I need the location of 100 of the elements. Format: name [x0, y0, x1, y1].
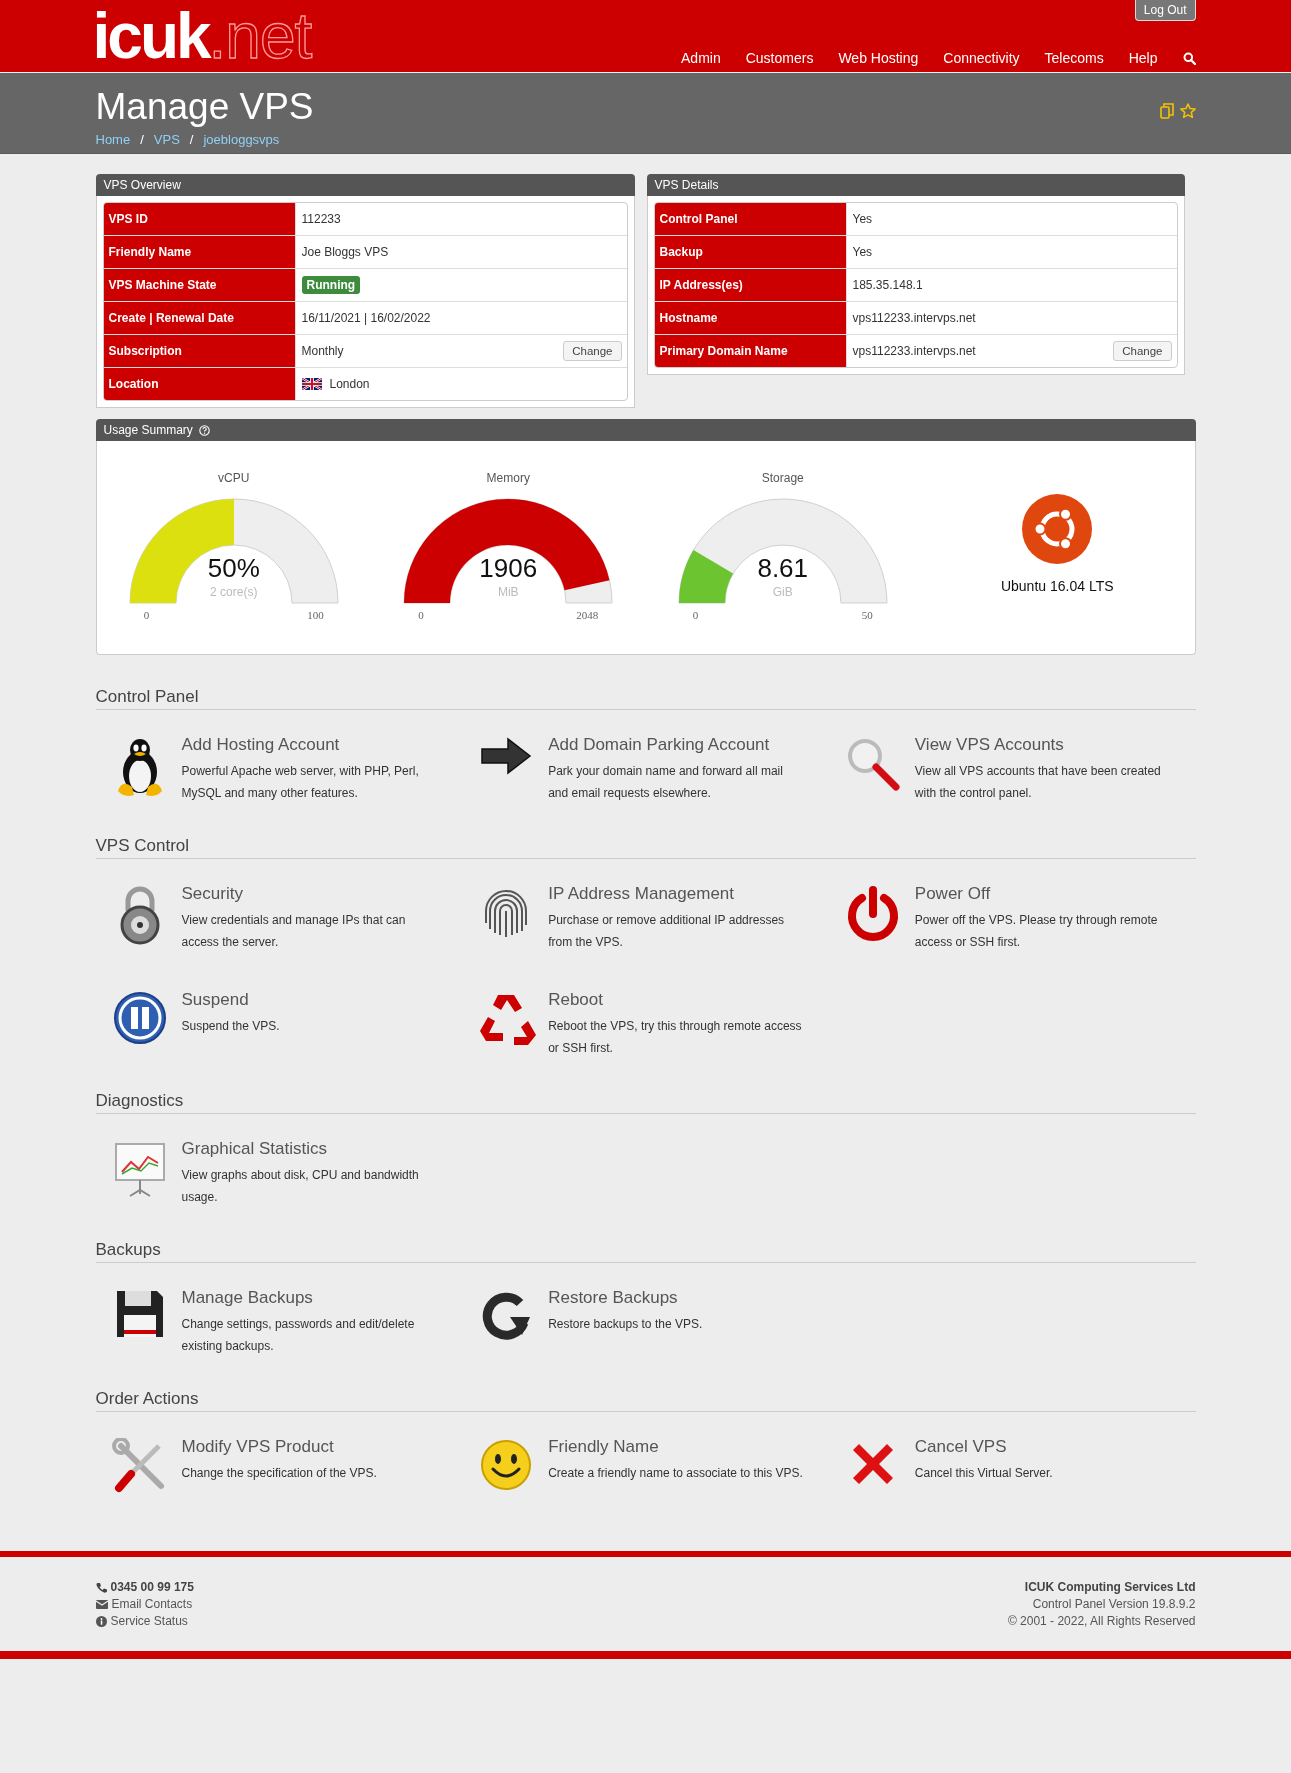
phone-icon: [95, 1581, 107, 1593]
row-label: Create | Renewal Date: [103, 302, 296, 334]
logout-button[interactable]: Log Out: [1134, 0, 1196, 21]
action-description: Power off the VPS. Please try through remote access or SSH first.: [914, 912, 1159, 951]
row-label: Control Panel: [654, 203, 847, 235]
flag-icon: [301, 378, 322, 390]
row-label: Backup: [654, 236, 847, 268]
action-link[interactable]: Reboot: [548, 989, 829, 1011]
action-link[interactable]: Cancel VPS: [914, 1436, 1196, 1458]
nav-link[interactable]: Admin: [681, 50, 721, 66]
action-link[interactable]: View VPS Accounts: [914, 734, 1196, 756]
power-icon[interactable]: [845, 885, 900, 941]
nav-link[interactable]: Connectivity: [943, 50, 1020, 66]
row-label: Hostname: [654, 302, 847, 334]
row-label: Primary Domain Name: [654, 335, 847, 367]
row-value: Joe Bloggs VPS: [301, 245, 389, 259]
gauge-label: vCPU: [218, 471, 250, 485]
nav-link[interactable]: Telecoms: [1044, 50, 1104, 66]
row-value: Yes: [852, 245, 873, 259]
panel-header: VPS Overview: [95, 174, 635, 196]
row-label: Friendly Name: [103, 236, 296, 268]
gauge-value: 8.61: [757, 553, 809, 583]
gauge-unit: 2 core(s): [210, 585, 258, 599]
action-description: View all VPS accounts that have been created with the control panel.: [914, 763, 1162, 802]
action-description: Park your domain name and forward all mail and email requests elsewhere.: [548, 763, 784, 802]
action-description: Change the specification of the VPS.: [181, 1465, 378, 1482]
page-title: Manage VPS: [95, 85, 314, 128]
row-value: London: [329, 377, 370, 391]
action-link[interactable]: Restore Backups: [548, 1287, 829, 1309]
row-value: 185.35.148.1: [852, 278, 923, 292]
pause-icon[interactable]: [112, 991, 167, 1045]
row-value: 112233: [301, 212, 341, 226]
status-badge: Running: [301, 276, 361, 294]
nav-link[interactable]: Web Hosting: [838, 50, 919, 66]
search-icon[interactable]: [1182, 51, 1196, 65]
breadcrumb-link[interactable]: VPS: [153, 131, 180, 147]
gauge-unit: GiB: [772, 585, 793, 599]
breadcrumb-link[interactable]: joebloggsvps: [203, 131, 280, 147]
action-link[interactable]: Manage Backups: [181, 1287, 463, 1309]
change-button[interactable]: Change: [563, 341, 622, 361]
row-label: VPS Machine State: [103, 269, 296, 301]
action-link[interactable]: Security: [181, 883, 463, 905]
os-name: Ubuntu 16.04 LTS: [1000, 578, 1114, 594]
row-value: Yes: [852, 212, 873, 226]
os-logo-icon: [1022, 494, 1093, 564]
panel-header: VPS Details: [646, 174, 1185, 196]
breadcrumb-separator: /: [189, 131, 194, 147]
site-logo[interactable]: icuk.net: [92, 6, 312, 66]
row-label: Location: [103, 368, 296, 400]
section-heading: Control Panel: [95, 687, 1196, 710]
section-heading: Diagnostics: [95, 1091, 1196, 1114]
action-description: Reboot the VPS, try this through remote access or SSH first.: [548, 1018, 803, 1057]
action-link[interactable]: Suspend: [181, 989, 463, 1011]
footer-link[interactable]: Service Status: [110, 1612, 188, 1630]
copyright-text: © 2001 - 2022, All Rights Reserved: [1007, 1612, 1196, 1630]
chart-board-icon[interactable]: [112, 1140, 167, 1198]
action-link[interactable]: Add Hosting Account: [181, 734, 463, 756]
envelope-icon: [95, 1599, 108, 1609]
breadcrumb-separator: /: [140, 131, 144, 147]
breadcrumb-link[interactable]: Home: [95, 131, 131, 147]
action-link[interactable]: Modify VPS Product: [181, 1436, 463, 1458]
change-button[interactable]: Change: [1113, 341, 1172, 361]
nav-link[interactable]: Customers: [745, 50, 814, 66]
footer-link[interactable]: Email Contacts: [111, 1595, 193, 1613]
row-label: Subscription: [103, 335, 296, 367]
action-link[interactable]: IP Address Management: [548, 883, 829, 905]
company-name: ICUK Computing Services Ltd: [1024, 1578, 1196, 1596]
action-description: Purchase or remove additional IP addresses from the VPS.: [548, 912, 786, 951]
nav-link[interactable]: Help: [1128, 50, 1158, 66]
gauge-max: 2048: [576, 609, 599, 621]
action-link[interactable]: Add Domain Parking Account: [548, 734, 829, 756]
row-label: VPS ID: [103, 203, 296, 235]
gauge-label: Memory: [486, 471, 530, 485]
section-heading: Backups: [95, 1240, 1196, 1263]
action-description: Cancel this Virtual Server.: [914, 1465, 1054, 1482]
action-description: Suspend the VPS.: [181, 1018, 281, 1035]
row-value: vps112233.intervps.net: [852, 344, 976, 358]
phone-number: 0345 00 99 175: [110, 1578, 194, 1596]
action-description: Create a friendly name to associate to this VPS.: [548, 1465, 804, 1482]
star-icon[interactable]: [1179, 103, 1196, 119]
smiley-icon[interactable]: [479, 1438, 534, 1492]
version-text: Control Panel Version 19.8.9.2: [1032, 1595, 1196, 1613]
help-icon[interactable]: [198, 424, 210, 436]
row-label: IP Address(es): [654, 269, 847, 301]
gauge-min: 0: [418, 609, 424, 621]
gauge-min: 0: [692, 609, 699, 621]
action-link[interactable]: Power Off: [914, 883, 1196, 905]
gauge-value: 50%: [207, 553, 260, 583]
info-icon: [95, 1615, 107, 1627]
action-link[interactable]: Friendly Name: [548, 1436, 829, 1458]
row-value: Monthly: [301, 344, 344, 358]
gauge-min: 0: [143, 609, 150, 621]
gauge-max: 50: [861, 609, 873, 621]
row-value: vps112233.intervps.net: [852, 311, 976, 325]
row-value: 16/11/2021 | 16/02/2022: [301, 311, 431, 325]
action-description: Change settings, passwords and edit/delete existing backups.: [181, 1316, 416, 1355]
action-description: View graphs about disk, CPU and bandwidth usage.: [181, 1167, 420, 1206]
gauge-unit: MiB: [497, 585, 519, 599]
action-link[interactable]: Graphical Statistics: [181, 1138, 463, 1160]
copy-icon[interactable]: [1159, 103, 1174, 119]
